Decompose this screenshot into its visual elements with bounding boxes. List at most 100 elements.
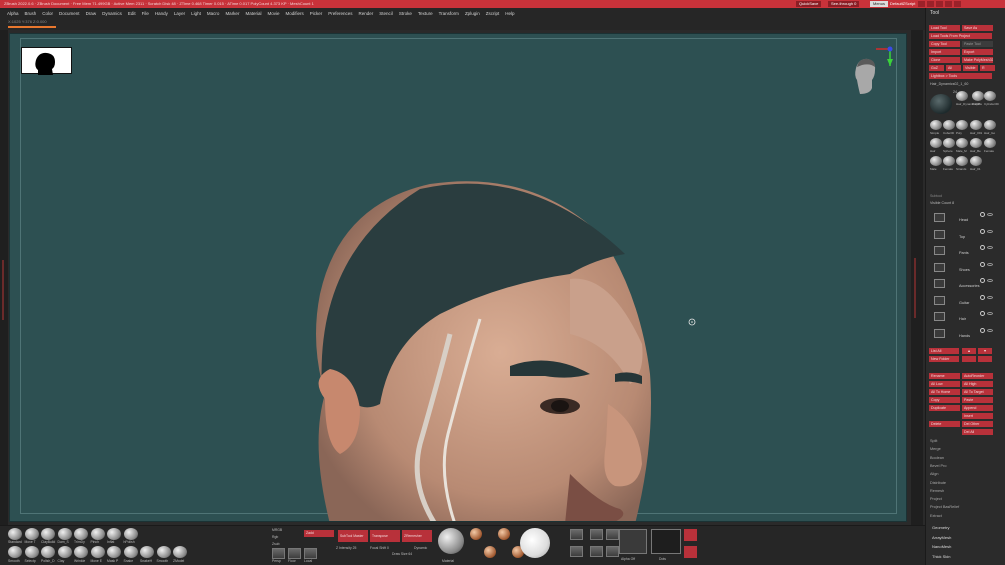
alpha-slot-icon[interactable]: [570, 546, 583, 557]
quicksave-button[interactable]: QuickSave: [796, 1, 822, 7]
tool-button-load-tools-from-project[interactable]: Load Tools From Project: [929, 33, 992, 39]
help-icon[interactable]: [918, 1, 925, 7]
gear-icon[interactable]: [980, 327, 985, 333]
brush-claybuild-icon[interactable]: [41, 528, 55, 540]
tool-button-r[interactable]: R: [980, 65, 995, 71]
brush-snakeh-icon[interactable]: [140, 546, 154, 558]
menu-help[interactable]: Help: [505, 11, 514, 16]
menu-alpha[interactable]: Alpha: [7, 11, 19, 16]
menu-render[interactable]: Render: [359, 11, 374, 16]
menu-modifiers[interactable]: Modifiers: [285, 11, 303, 16]
subtool-thumb-icon[interactable]: [934, 229, 945, 239]
tool-thumb-cube3d[interactable]: [943, 120, 955, 130]
default-zscript-button[interactable]: DefaultZScript: [887, 1, 918, 7]
right-shelf-grip[interactable]: [914, 258, 916, 318]
eye-icon[interactable]: [987, 246, 993, 249]
subtool-action-all-to-home[interactable]: All To Home: [929, 389, 960, 395]
subpalette-bevel-pro[interactable]: Bevel Pro: [930, 464, 946, 468]
gradient-red-button-2[interactable]: [684, 546, 697, 558]
zsub-toggle[interactable]: Zsub: [272, 542, 280, 546]
subpalette-project[interactable]: Project: [930, 497, 942, 501]
tool-button-export[interactable]: Export: [962, 49, 993, 55]
floor-button[interactable]: [288, 548, 301, 559]
texture-slot-icon[interactable]: [606, 529, 619, 540]
brush-selectp-icon[interactable]: [24, 546, 39, 558]
menu-stroke[interactable]: Stroke: [399, 11, 412, 16]
section-thick-skin[interactable]: Thick Skin: [932, 554, 950, 559]
section-geometry[interactable]: Geometry: [932, 525, 950, 530]
brush-dam-s-icon[interactable]: [57, 528, 72, 540]
eye-icon[interactable]: [987, 328, 993, 332]
eye-icon[interactable]: [987, 279, 993, 282]
subtool-arrow-up-icon[interactable]: [962, 356, 976, 362]
subtool-shoes[interactable]: Shoes: [929, 261, 995, 275]
subtool-action-insert[interactable]: Insert: [962, 413, 993, 419]
gear-icon[interactable]: [980, 294, 985, 300]
brush-polish-d-icon[interactable]: [41, 546, 55, 558]
gear-icon[interactable]: [980, 261, 985, 267]
section-nanomesh[interactable]: NanoMesh: [932, 544, 951, 549]
gear-icon[interactable]: [980, 278, 985, 283]
sub-tool-master-button[interactable]: SubTool Master: [338, 530, 368, 542]
subtool-header[interactable]: Subtool: [930, 194, 942, 198]
alpha-slot-icon[interactable]: [606, 546, 619, 557]
head-navigation-icon[interactable]: [850, 54, 880, 96]
subtool-thumb-icon[interactable]: [934, 246, 945, 255]
subtool-action-duplicate[interactable]: Duplicate: [929, 405, 960, 411]
alpha-off-slot[interactable]: [619, 529, 647, 554]
transpose-master-button[interactable]: Transpose: [370, 530, 400, 542]
subpalette-align[interactable]: Align: [930, 472, 938, 476]
tool-button-clone[interactable]: Clone: [929, 57, 960, 63]
subtool-action-all-to-target[interactable]: All To Target: [962, 389, 993, 395]
subtool-action-paste[interactable]: Paste: [962, 397, 993, 403]
subtool-hair[interactable]: Hair: [929, 310, 995, 324]
subtool-action-all-high[interactable]: All High: [962, 381, 993, 387]
subtool-thumb-icon[interactable]: [934, 312, 945, 321]
brush-move-e-icon[interactable]: [90, 546, 105, 558]
subpalette-boolean[interactable]: Boolean: [930, 456, 944, 460]
tool-thumb-female[interactable]: [943, 156, 955, 166]
tool-thumb-simple[interactable]: [930, 120, 942, 130]
tool-thumb-sphere[interactable]: [943, 138, 955, 148]
tool-button-all[interactable]: All: [946, 65, 961, 71]
tool-thumb-hair-dynamics02[interactable]: [956, 91, 968, 101]
eye-icon[interactable]: [987, 312, 993, 315]
menu-movie[interactable]: Movie: [267, 11, 279, 16]
maximize-icon[interactable]: [945, 1, 952, 7]
subpalette-project-basrelief[interactable]: Project BasRelief: [930, 505, 959, 509]
subtool-action-all-low[interactable]: All Low: [929, 381, 960, 387]
current-tool-thumbnail[interactable]: [930, 94, 952, 114]
left-shelf-grip[interactable]: [2, 260, 4, 320]
menu-material[interactable]: Material: [245, 11, 261, 16]
subpalette-remesh[interactable]: Remesh: [930, 489, 944, 493]
menu-light[interactable]: Light: [191, 11, 201, 16]
tool-button-copy-tool[interactable]: Copy Tool: [929, 41, 960, 47]
menu-document[interactable]: Document: [59, 11, 80, 16]
head-sculpt-model[interactable]: [270, 144, 670, 522]
brush-hpolish-icon[interactable]: [123, 528, 138, 540]
zadd-button[interactable]: Zadd: [304, 530, 334, 537]
tool-thumb-hair[interactable]: [930, 138, 942, 148]
subtool-thumb-icon[interactable]: [934, 262, 945, 272]
navigator-thumbnail[interactable]: [21, 47, 72, 75]
tool-thumb-male[interactable]: [930, 156, 942, 166]
gear-icon[interactable]: [980, 311, 985, 316]
matcap-swatch-icon[interactable]: [498, 528, 510, 540]
menu-preferences[interactable]: Preferences: [328, 11, 352, 16]
tool-thumb-cylinder3d[interactable]: [984, 91, 996, 101]
tool-thumb-hair-be[interactable]: [970, 138, 982, 148]
tool-thumb-polyme[interactable]: [972, 91, 984, 101]
subpalette-split[interactable]: Split: [930, 439, 937, 443]
subtool-button-list-all[interactable]: List All: [929, 348, 959, 354]
subtool-action-autoreorder[interactable]: AutoReorder: [962, 373, 993, 379]
menu-layer[interactable]: Layer: [174, 11, 185, 16]
canvas-viewport[interactable]: [9, 33, 907, 522]
tool-thumb-hair-go[interactable]: [984, 120, 996, 130]
subtool-hands[interactable]: Hands: [929, 327, 995, 341]
section-arraymesh[interactable]: ArrayMesh: [932, 535, 951, 540]
menu-color[interactable]: Color: [42, 11, 53, 16]
focal-shift-slider[interactable]: Focal Shift 0: [370, 546, 389, 550]
subtool-thumb-icon[interactable]: [934, 279, 945, 288]
see-through-slider[interactable]: See-through 0: [828, 1, 860, 7]
subtool-pants[interactable]: Pants: [929, 244, 995, 258]
